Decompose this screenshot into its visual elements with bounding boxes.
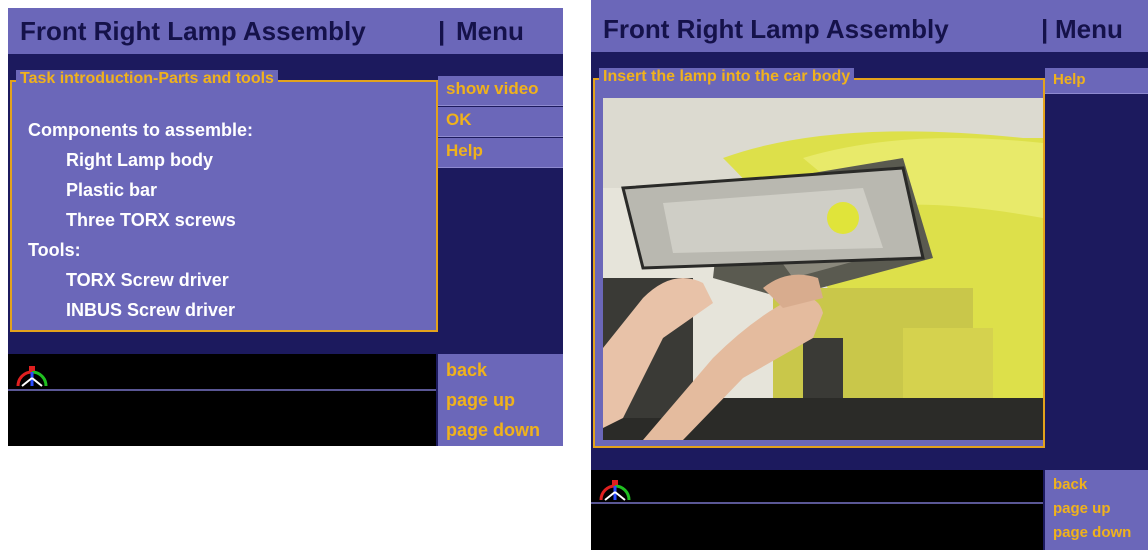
title-separator: | xyxy=(438,16,446,46)
nav-panel: back page up page down xyxy=(438,354,563,446)
side-menu: show video OK Help xyxy=(438,76,563,338)
component-item: Plastic bar xyxy=(66,180,158,200)
title-bar: Front Right Lamp Assembly | Menu xyxy=(8,8,563,54)
back-link[interactable]: back xyxy=(446,360,487,381)
panel-caption: Insert the lamp into the car body xyxy=(599,68,855,86)
content-panel: Insert the lamp into the car body xyxy=(593,68,1047,448)
show-video-button[interactable]: show video xyxy=(438,76,563,106)
status-area xyxy=(591,470,1043,550)
page-up-link[interactable]: page up xyxy=(1053,500,1111,517)
help-button[interactable]: Help xyxy=(438,138,563,168)
right-screen: Front Right Lamp Assembly | Menu Insert … xyxy=(591,0,1148,550)
panel-caption: Task introduction-Parts and tools xyxy=(16,70,278,88)
component-item: Three TORX screws xyxy=(66,210,236,230)
component-item: Right Lamp body xyxy=(66,150,213,170)
menu-link[interactable]: Menu xyxy=(456,16,524,47)
back-link[interactable]: back xyxy=(1053,476,1087,493)
ok-button[interactable]: OK xyxy=(438,107,563,137)
instruction-photo xyxy=(603,98,1043,440)
side-menu: Help xyxy=(1045,68,1148,470)
content-panel: Task introduction-Parts and tools Compon… xyxy=(10,70,440,332)
page-down-link[interactable]: page down xyxy=(1053,524,1131,541)
tool-item: INBUS Screw driver xyxy=(66,300,236,320)
lamp-insertion-photo xyxy=(603,98,1043,440)
left-screen: Front Right Lamp Assembly | Menu Task in… xyxy=(8,8,563,446)
progress-dial-icon xyxy=(16,366,48,387)
status-area xyxy=(8,354,436,446)
progress-strip xyxy=(591,470,1043,504)
page-title: Front Right Lamp Assembly xyxy=(603,14,949,44)
nav-panel: back page up page down xyxy=(1045,470,1148,550)
page-down-link[interactable]: page down xyxy=(446,420,540,441)
menu-link[interactable]: Menu xyxy=(1055,14,1123,45)
page-title: Front Right Lamp Assembly xyxy=(20,16,366,46)
title-bar: Front Right Lamp Assembly | Menu xyxy=(591,0,1148,52)
tool-item: TORX Screw driver xyxy=(66,270,229,290)
title-separator: | xyxy=(1041,14,1049,44)
help-button[interactable]: Help xyxy=(1045,68,1148,94)
progress-strip xyxy=(8,354,436,391)
progress-dial-icon xyxy=(599,480,631,501)
components-heading: Components to assemble: xyxy=(28,120,254,140)
page-up-link[interactable]: page up xyxy=(446,390,515,411)
tools-heading: Tools: xyxy=(28,240,81,260)
